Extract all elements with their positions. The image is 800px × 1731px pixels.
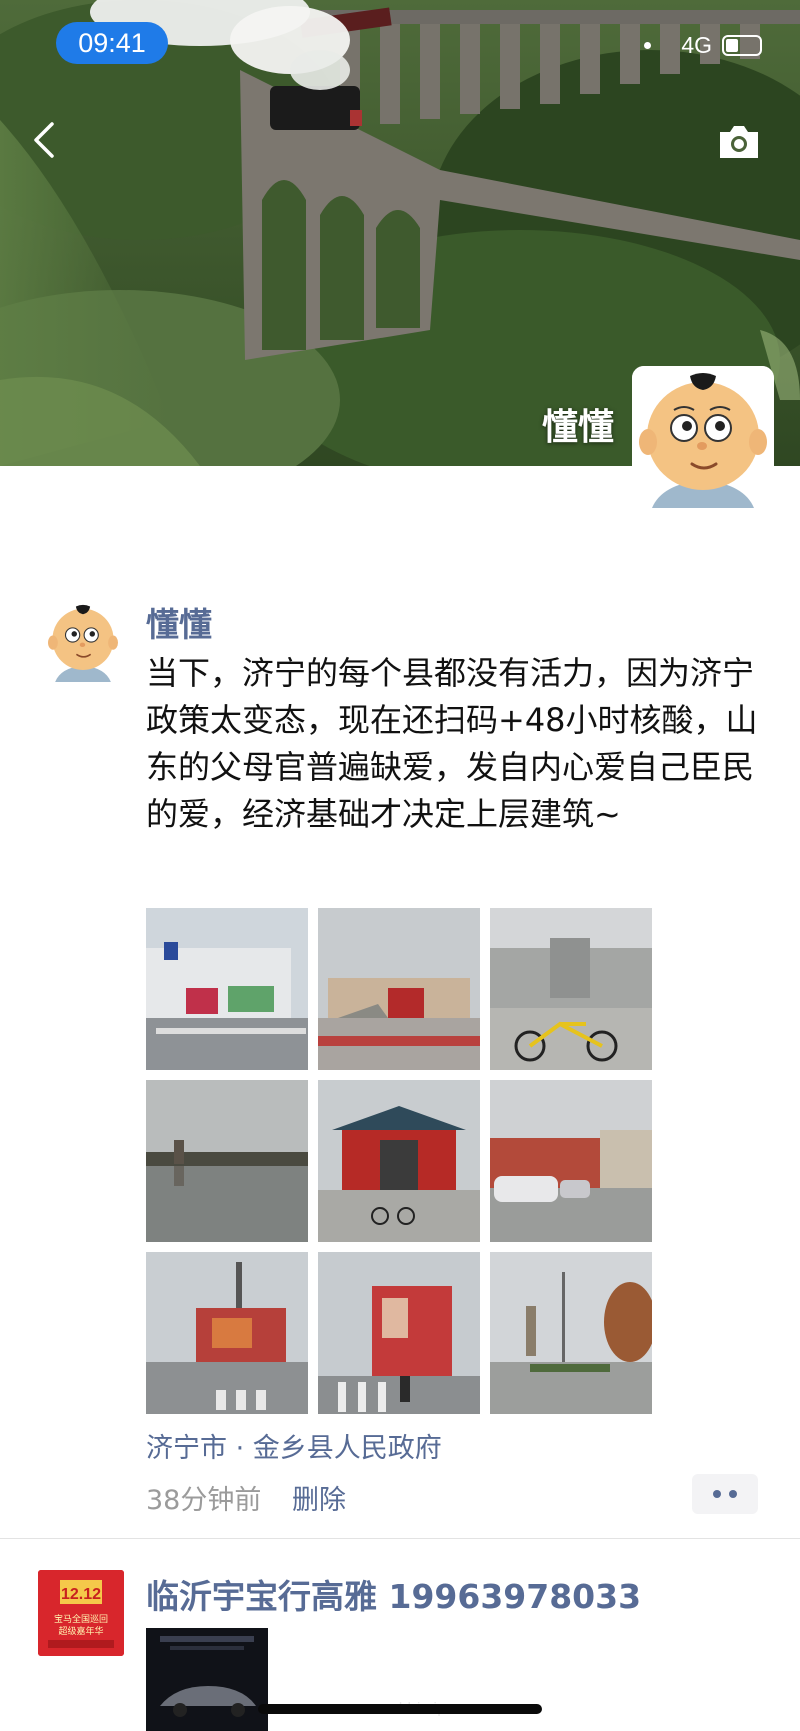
post-divider <box>0 1538 800 1539</box>
next-post-author-avatar[interactable]: 12.12 宝马全国巡回 超级嘉年华 <box>38 1570 124 1656</box>
battery-icon <box>722 35 762 56</box>
avatar-line-1: 宝马全国巡回 <box>54 1613 108 1625</box>
next-post-author-name[interactable]: 临沂宇宝行高雅 19963978033 <box>146 1570 641 1618</box>
next-post-photo[interactable] <box>146 1628 268 1731</box>
photo-car-ad <box>146 1628 268 1731</box>
post-photo[interactable] <box>490 1252 652 1414</box>
avatar-badge-text: 12.12 <box>61 1586 101 1603</box>
post-photo[interactable] <box>318 908 480 1070</box>
cartoon-avatar-icon <box>632 366 774 508</box>
chevron-left-icon[interactable] <box>30 120 60 160</box>
status-indicators: 4G <box>644 32 762 59</box>
photo-bicycle <box>490 908 652 1070</box>
promo-avatar-icon: 12.12 宝马全国巡回 超级嘉年华 <box>38 1570 124 1656</box>
post-text: 当下，济宁的每个县都没有活力，因为济宁政策太变态，现在还扫码+48小时核酸，山东… <box>146 654 758 833</box>
home-indicator[interactable] <box>258 1704 542 1714</box>
camera-icon[interactable] <box>716 122 762 162</box>
photo-street-shop <box>318 1252 480 1414</box>
cartoon-avatar-icon <box>48 604 118 682</box>
post-author-avatar[interactable] <box>44 600 122 682</box>
post-timestamp: 38分钟前 <box>146 1485 262 1516</box>
signal-icon <box>644 42 652 49</box>
post-photo[interactable] <box>318 1252 480 1414</box>
cover-avatar[interactable] <box>632 366 774 508</box>
post-photo[interactable] <box>146 1080 308 1242</box>
photo-mall <box>146 908 308 1070</box>
post-photo[interactable] <box>146 1252 308 1414</box>
post-photo[interactable] <box>490 908 652 1070</box>
cover-user-name: 懂懂 <box>541 407 614 448</box>
network-label: 4G <box>681 32 712 58</box>
photo-road-pagoda <box>490 1252 652 1414</box>
photo-grid <box>146 908 658 1414</box>
photo-gate <box>318 1080 480 1242</box>
more-dots-icon[interactable] <box>692 1474 758 1514</box>
post-photo[interactable] <box>146 908 308 1070</box>
post-author-name[interactable]: 懂懂 <box>146 598 212 646</box>
avatar-line-2: 超级嘉年华 <box>58 1625 103 1637</box>
photo-street-tower <box>146 1252 308 1414</box>
post-location[interactable]: 济宁市 · 金乡县人民政府 <box>146 1426 442 1465</box>
photo-plaza <box>318 908 480 1070</box>
post-photo[interactable] <box>318 1080 480 1242</box>
status-time: 09:41 <box>56 22 168 64</box>
photo-lake <box>146 1080 308 1242</box>
photo-street-cars <box>490 1080 652 1242</box>
post-photo[interactable] <box>490 1080 652 1242</box>
delete-button[interactable]: 删除 <box>292 1478 346 1517</box>
